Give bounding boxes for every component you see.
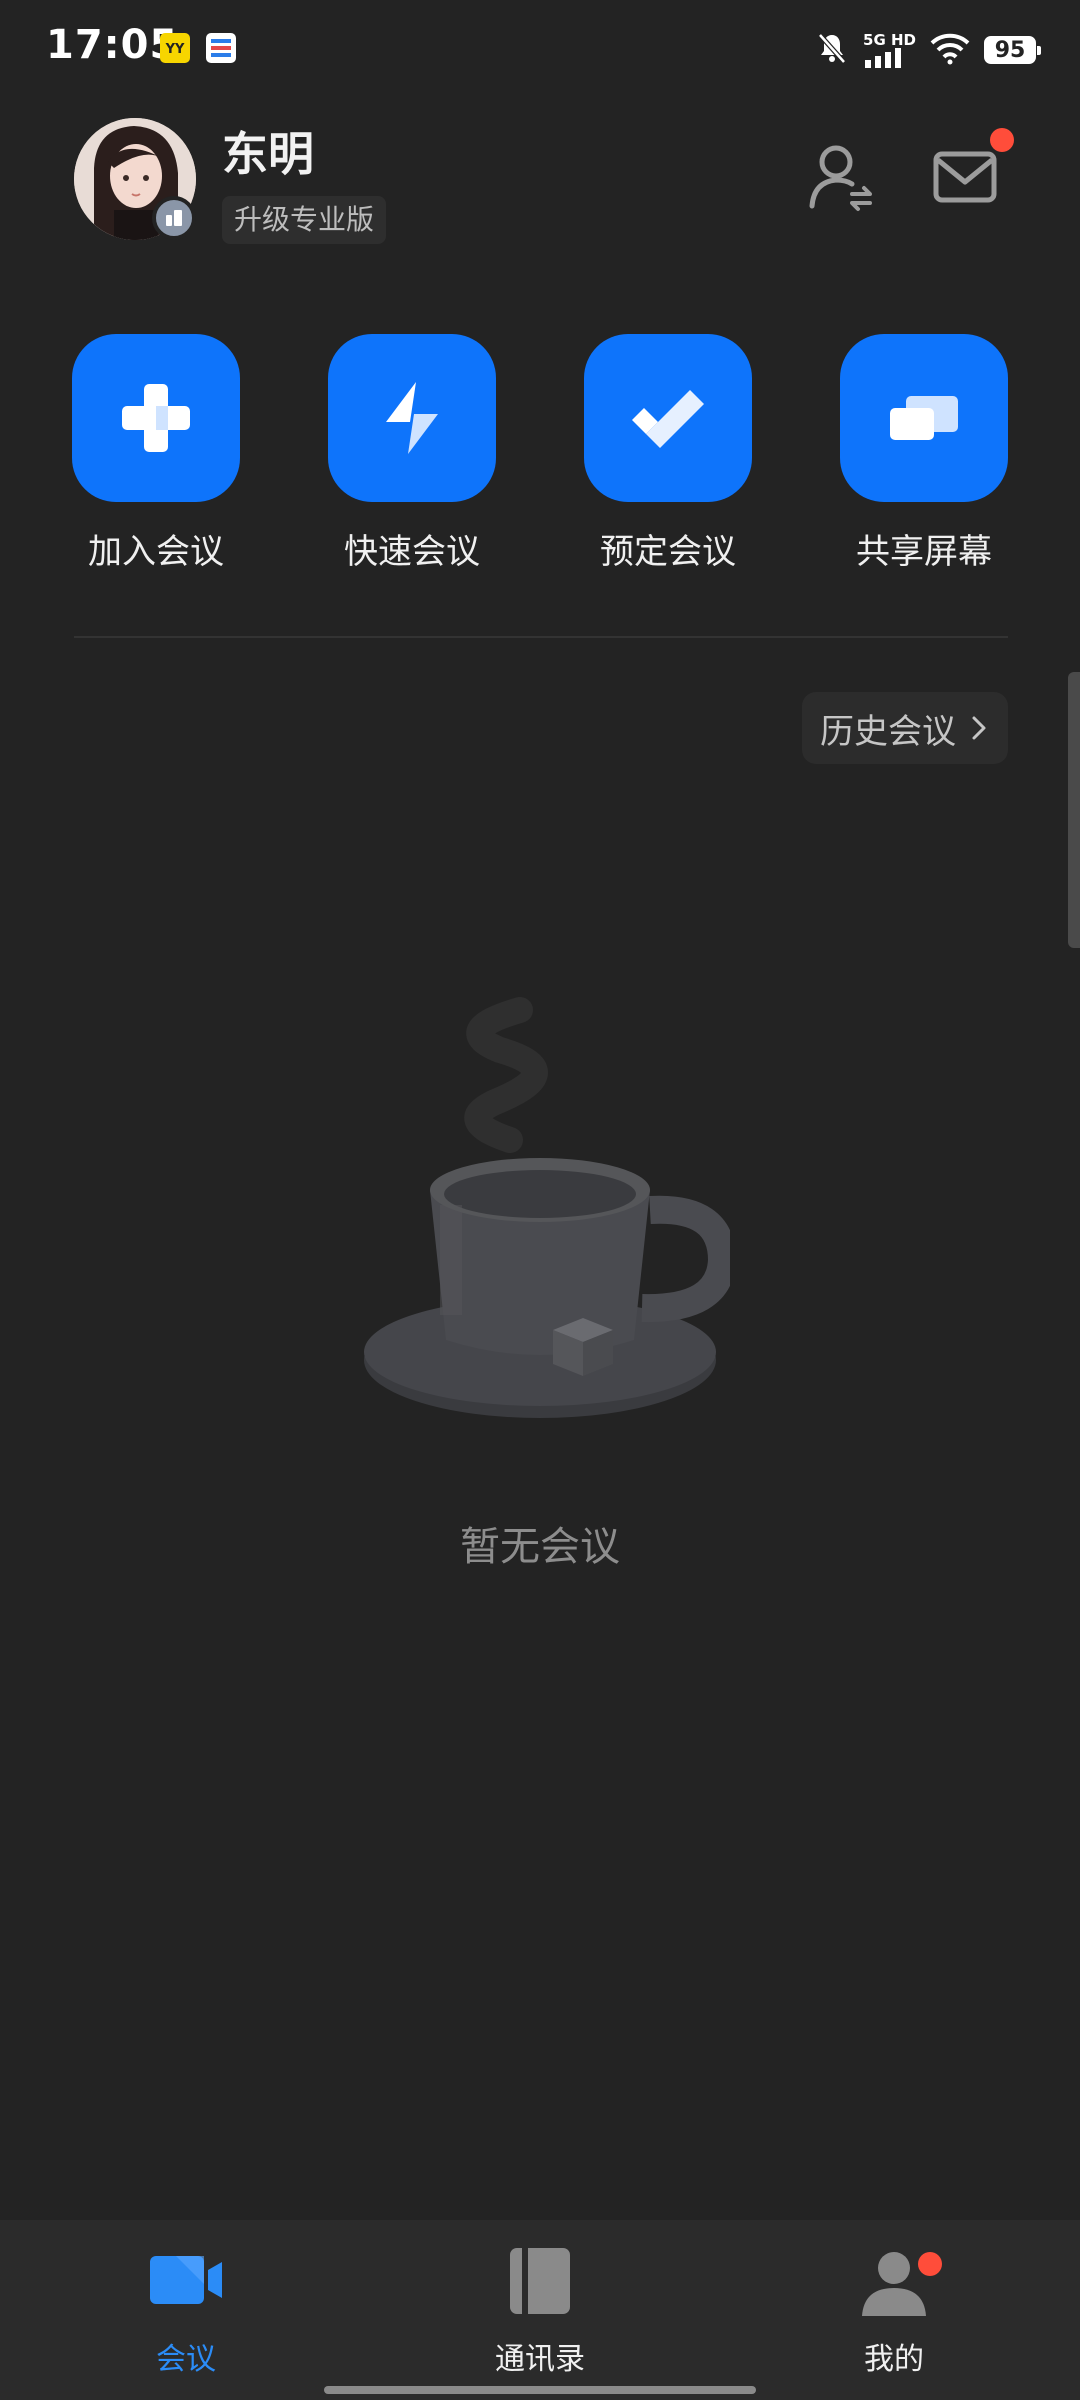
quick-meeting-button[interactable]: 快速会议 — [327, 334, 497, 573]
action-tile[interactable] — [584, 334, 752, 502]
action-tile[interactable] — [840, 334, 1008, 502]
network-type: 5G HD — [863, 31, 916, 49]
bottom-navigation: 会议 通讯录 我的 — [0, 2220, 1080, 2400]
checkmark-icon — [632, 390, 704, 448]
action-label: 加入会议 — [88, 532, 224, 572]
upgrade-button[interactable]: 升级专业版 — [222, 196, 387, 244]
nav-label: 通讯录 — [495, 2342, 585, 2377]
app-notification-icon — [206, 33, 236, 63]
nav-item-contacts[interactable]: 通讯录 — [450, 2240, 630, 2378]
message-notification-dot — [990, 128, 1014, 152]
action-tile[interactable] — [328, 334, 496, 502]
empty-state-text: 暂无会议 — [460, 1524, 620, 1570]
user-name: 东明 — [222, 127, 314, 181]
membership-badge-icon — [152, 196, 196, 240]
yy-app-icon: YY — [160, 33, 190, 63]
profile-icon — [854, 2240, 934, 2320]
signal-bars-icon — [865, 48, 902, 68]
history-meetings-button[interactable]: 历史会议 — [802, 692, 1008, 764]
home-indicator[interactable] — [324, 2386, 756, 2394]
nav-item-meetings[interactable]: 会议 — [96, 2240, 276, 2378]
action-label: 快速会议 — [344, 532, 480, 572]
share-screen-button[interactable]: 共享屏幕 — [839, 334, 1009, 573]
coffee-cup-icon — [350, 990, 737, 1450]
chevron-right-icon — [972, 716, 986, 740]
status-time: 17:05 — [46, 22, 179, 68]
nav-label: 会议 — [156, 2342, 216, 2377]
plus-icon — [122, 384, 190, 452]
contacts-book-icon — [500, 2240, 580, 2320]
profile-notification-dot — [918, 2252, 942, 2276]
action-label: 预定会议 — [600, 532, 736, 572]
svg-text:YY: YY — [165, 42, 185, 57]
divider — [74, 636, 1008, 638]
nav-label: 我的 — [864, 2342, 924, 2377]
lightning-icon — [386, 382, 438, 454]
wifi-icon — [930, 31, 970, 69]
status-indicators: 5G HD 95 — [815, 26, 1041, 74]
schedule-meeting-button[interactable]: 预定会议 — [583, 334, 753, 573]
battery-indicator: 95 — [984, 36, 1041, 64]
video-camera-icon — [146, 2240, 226, 2320]
messages-icon[interactable] — [928, 140, 1002, 214]
cellular-signal: 5G HD — [863, 32, 916, 68]
scrollbar[interactable] — [1068, 672, 1080, 948]
status-bar: 17:05 YY 5G HD 95 — [0, 0, 1080, 100]
share-screen-icon — [890, 396, 958, 440]
nav-item-profile[interactable]: 我的 — [804, 2240, 984, 2378]
history-meetings-label: 历史会议 — [820, 711, 956, 752]
switch-account-icon[interactable] — [806, 140, 880, 214]
join-meeting-button[interactable]: 加入会议 — [71, 334, 241, 573]
action-tile[interactable] — [72, 334, 240, 502]
action-label: 共享屏幕 — [856, 532, 992, 572]
mute-bell-icon — [815, 31, 849, 69]
